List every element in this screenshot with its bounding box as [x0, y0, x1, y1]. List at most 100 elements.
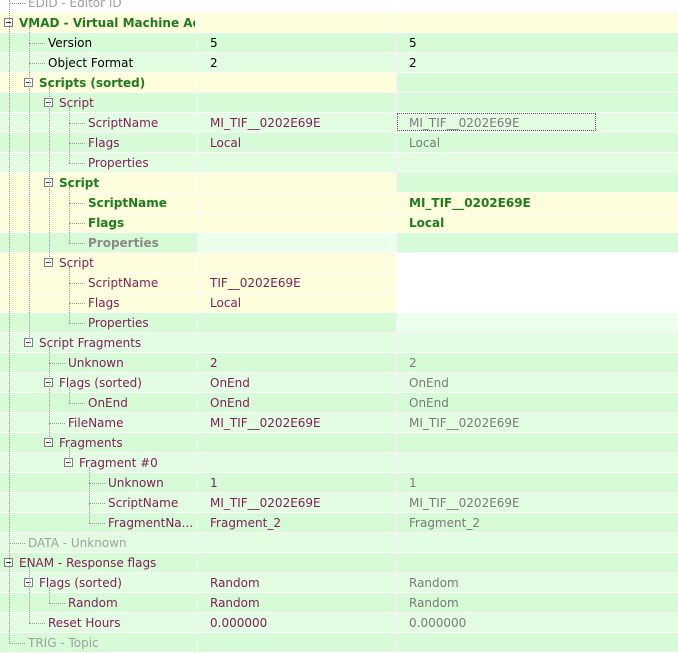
value-cell-right[interactable]: [397, 333, 678, 353]
row-label-cell[interactable]: DATA - Unknown: [0, 533, 197, 553]
value-cell-left[interactable]: [198, 173, 396, 193]
value-cell-left[interactable]: MI_TIF__0202E69E: [198, 413, 396, 433]
script-2-scriptname-row[interactable]: ScriptName MI_TIF__0202E69E: [0, 193, 678, 213]
value-cell-right[interactable]: 1: [397, 473, 678, 493]
scripts-sorted-row[interactable]: Scripts (sorted): [0, 73, 678, 93]
value-cell-right[interactable]: [397, 293, 678, 313]
value-cell-left[interactable]: Fragment_2: [198, 513, 396, 533]
value-cell-right[interactable]: Local: [397, 133, 678, 153]
reset-hours-row[interactable]: Reset Hours 0.000000 0.000000: [0, 613, 678, 633]
row-label-cell[interactable]: OnEnd: [0, 393, 197, 413]
value-cell-left[interactable]: Local: [198, 293, 396, 313]
value-cell-right[interactable]: 5: [397, 33, 678, 53]
object-format-row[interactable]: Object Format 2 2: [0, 53, 678, 73]
value-cell-left[interactable]: MI_TIF__0202E69E: [198, 493, 396, 513]
value-cell-left[interactable]: [198, 633, 396, 653]
value-cell-right[interactable]: MI_TIF__0202E69E: [397, 413, 678, 433]
value-cell-left[interactable]: [198, 233, 396, 253]
row-label-cell[interactable]: Flags (sorted): [0, 373, 197, 393]
value-cell-left[interactable]: [198, 13, 396, 33]
edid-row[interactable]: EDID - Editor ID: [0, 0, 678, 13]
script-3-flags-row[interactable]: Flags Local: [0, 293, 678, 313]
value-cell-left[interactable]: 1: [198, 473, 396, 493]
value-cell-left[interactable]: [198, 73, 396, 93]
value-cell-left[interactable]: [198, 453, 396, 473]
value-cell-right[interactable]: Local: [397, 213, 678, 233]
value-cell-left[interactable]: MI_TIF__0202E69E: [198, 113, 396, 133]
value-cell-right[interactable]: 2: [397, 353, 678, 373]
value-cell-left[interactable]: OnEnd: [198, 373, 396, 393]
value-cell-left[interactable]: [198, 553, 396, 573]
value-cell-right[interactable]: OnEnd: [397, 373, 678, 393]
value-cell-right[interactable]: [397, 73, 678, 93]
value-cell-right[interactable]: [397, 633, 678, 653]
fragment-0-row[interactable]: Fragment #0: [0, 453, 678, 473]
fragments-unknown-row[interactable]: Unknown 2 2: [0, 353, 678, 373]
script-1-row[interactable]: Script: [0, 93, 678, 113]
value-cell-left[interactable]: 5: [198, 33, 396, 53]
script-2-row[interactable]: Script: [0, 173, 678, 193]
value-cell-right[interactable]: [397, 173, 678, 193]
value-cell-right[interactable]: MI_TIF__0202E69E: [397, 493, 678, 513]
value-cell-left[interactable]: [198, 0, 396, 13]
row-label-cell[interactable]: EDID - Editor ID: [0, 0, 197, 13]
value-cell-right[interactable]: Fragment_2: [397, 513, 678, 533]
script-2-properties-row[interactable]: Properties: [0, 233, 678, 253]
value-cell-right[interactable]: [397, 553, 678, 573]
value-cell-left[interactable]: [198, 433, 396, 453]
value-cell-left[interactable]: Local: [198, 133, 396, 153]
fragment-0-fragmentname-row[interactable]: FragmentNa... Fragment_2 Fragment_2: [0, 513, 678, 533]
flags-sorted-row[interactable]: Flags (sorted) OnEnd OnEnd: [0, 373, 678, 393]
value-cell-left[interactable]: [198, 253, 396, 273]
value-cell-right[interactable]: MI_TIF__0202E69E: [397, 193, 678, 213]
value-cell-right[interactable]: 2: [397, 53, 678, 73]
value-cell-left[interactable]: [198, 333, 396, 353]
onend-row[interactable]: OnEnd OnEnd OnEnd: [0, 393, 678, 413]
value-cell-left[interactable]: 2: [198, 353, 396, 373]
script-1-scriptname-row[interactable]: ScriptName MI_TIF__0202E69E MI_TIF__0202E6…: [0, 113, 678, 133]
trig-row[interactable]: TRIG - Topic: [0, 633, 678, 653]
value-cell-left[interactable]: [198, 193, 396, 213]
record-compare-tree[interactable]: EDID - Editor ID VMAD - Virtual Machine A…: [0, 0, 678, 653]
value-cell-right[interactable]: [397, 253, 678, 273]
data-row[interactable]: DATA - Unknown: [0, 533, 678, 553]
value-cell-right[interactable]: MI_TIF__0202E69E: [397, 113, 678, 133]
value-cell-left[interactable]: 2: [198, 53, 396, 73]
value-cell-left[interactable]: [198, 313, 396, 333]
fragment-0-unknown-row[interactable]: Unknown 1 1: [0, 473, 678, 493]
value-cell-left[interactable]: OnEnd: [198, 393, 396, 413]
value-cell-left[interactable]: [198, 153, 396, 173]
value-cell-right[interactable]: [397, 313, 678, 333]
value-cell-right[interactable]: Random: [397, 573, 678, 593]
value-cell-right[interactable]: [397, 13, 678, 33]
enam-row[interactable]: ENAM - Response flags: [0, 553, 678, 573]
random-row[interactable]: Random Random Random: [0, 593, 678, 613]
row-label-cell[interactable]: Unknown: [0, 473, 197, 493]
value-cell-left[interactable]: [198, 93, 396, 113]
value-cell-left[interactable]: Random: [198, 593, 396, 613]
row-label-cell[interactable]: Fragment #0: [0, 453, 197, 473]
fragment-0-scriptname-row[interactable]: ScriptName MI_TIF__0202E69E MI_TIF__0202E6…: [0, 493, 678, 513]
filename-row[interactable]: FileName MI_TIF__0202E69E MI_TIF__0202E69E: [0, 413, 678, 433]
value-cell-right[interactable]: [397, 93, 678, 113]
script-1-flags-row[interactable]: Flags Local Local: [0, 133, 678, 153]
script-2-flags-row[interactable]: Flags Local: [0, 213, 678, 233]
row-label-cell[interactable]: ScriptName: [0, 493, 197, 513]
enam-flags-sorted-row[interactable]: Flags (sorted) Random Random: [0, 573, 678, 593]
value-cell-left[interactable]: 0.000000: [198, 613, 396, 633]
script-3-scriptname-row[interactable]: ScriptName TIF__0202E69E: [0, 273, 678, 293]
value-cell-left[interactable]: [198, 533, 396, 553]
value-cell-right[interactable]: [397, 273, 678, 293]
value-cell-right[interactable]: [397, 533, 678, 553]
vmad-row[interactable]: VMAD - Virtual Machine Ad...: [0, 13, 678, 33]
value-cell-left[interactable]: TIF__0202E69E: [198, 273, 396, 293]
value-cell-right[interactable]: [397, 433, 678, 453]
row-label-cell[interactable]: Fragments: [0, 433, 197, 453]
version-row[interactable]: Version 5 5: [0, 33, 678, 53]
script-fragments-row[interactable]: Script Fragments: [0, 333, 678, 353]
value-cell-left[interactable]: Random: [198, 573, 396, 593]
script-1-properties-row[interactable]: Properties: [0, 153, 678, 173]
fragments-row[interactable]: Fragments: [0, 433, 678, 453]
value-cell-right[interactable]: Random: [397, 593, 678, 613]
script-3-properties-row[interactable]: Properties: [0, 313, 678, 333]
